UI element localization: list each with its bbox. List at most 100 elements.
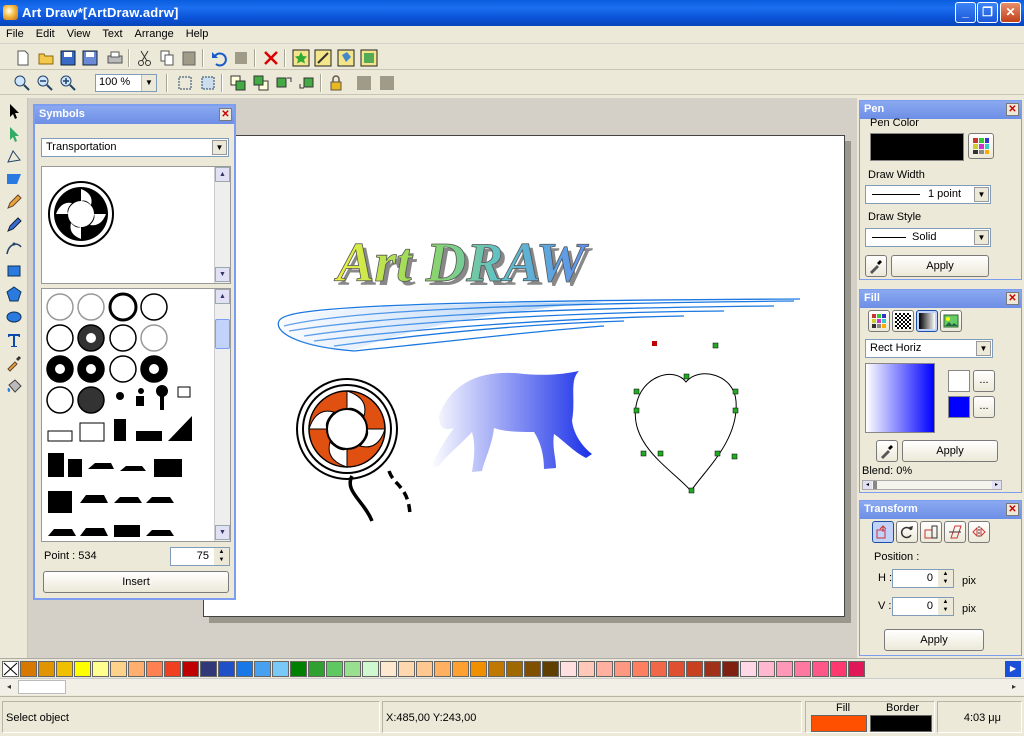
- gradient-end-swatch[interactable]: [948, 396, 970, 418]
- palette-swatch[interactable]: [758, 661, 775, 677]
- delete-icon[interactable]: [262, 49, 280, 67]
- scroll-left-icon[interactable]: ◂: [2, 680, 16, 694]
- palette-swatch[interactable]: [92, 661, 109, 677]
- close-button[interactable]: ✕: [1000, 2, 1021, 23]
- palette-swatch[interactable]: [290, 661, 307, 677]
- spinner-arrows-icon[interactable]: ▲ ▼: [214, 548, 229, 565]
- palette-swatch[interactable]: [596, 661, 613, 677]
- palette-swatch[interactable]: [344, 661, 361, 677]
- drawing-page[interactable]: Art DRAW Art DRAW: [203, 135, 845, 617]
- preview-scrollbar[interactable]: ▲ ▼: [214, 167, 230, 283]
- select-rect-icon[interactable]: [176, 74, 194, 92]
- rectangle-icon[interactable]: [5, 262, 23, 280]
- scroll-thumb[interactable]: [215, 319, 230, 349]
- palette-swatch[interactable]: [524, 661, 541, 677]
- palette-swatch[interactable]: [416, 661, 433, 677]
- palette-swatch[interactable]: [218, 661, 235, 677]
- palette-swatch[interactable]: [614, 661, 631, 677]
- zoom-in-icon[interactable]: [59, 74, 77, 92]
- close-icon[interactable]: ✕: [1006, 292, 1019, 305]
- menu-view[interactable]: View: [61, 26, 97, 40]
- gradient-end-more-button[interactable]: ...: [973, 396, 995, 418]
- draw-style-select[interactable]: Solid ▼: [865, 228, 991, 247]
- scroll-up-icon[interactable]: ▲: [215, 167, 230, 182]
- paint-bucket-icon[interactable]: [5, 377, 23, 395]
- palette-swatch[interactable]: [578, 661, 595, 677]
- move-transform-icon[interactable]: [872, 521, 894, 543]
- palette-swatch[interactable]: [398, 661, 415, 677]
- palette-swatch[interactable]: [542, 661, 559, 677]
- spinner-arrows-icon[interactable]: ▲ ▼: [938, 598, 953, 615]
- solid-fill-icon[interactable]: [868, 310, 890, 332]
- open-folder-icon[interactable]: [37, 49, 55, 67]
- art-draw-text[interactable]: Art DRAW: [334, 232, 591, 295]
- image-fill-icon[interactable]: [940, 310, 962, 332]
- minimize-button[interactable]: _: [955, 2, 976, 23]
- node-tool-icon[interactable]: [5, 125, 23, 143]
- palette-swatch[interactable]: [110, 661, 127, 677]
- print-icon[interactable]: [106, 49, 124, 67]
- palette-swatch[interactable]: [632, 661, 649, 677]
- zoom-out-icon[interactable]: [36, 74, 54, 92]
- select-all-icon[interactable]: [199, 74, 217, 92]
- spinner-arrows-icon[interactable]: ▲ ▼: [938, 570, 953, 587]
- palette-swatch[interactable]: [164, 661, 181, 677]
- blend-slider[interactable]: ◂ ▸: [862, 480, 1002, 490]
- save-as-icon[interactable]: [81, 49, 99, 67]
- fill-color-indicator[interactable]: [811, 715, 867, 732]
- fill-apply-button[interactable]: Apply: [902, 440, 998, 462]
- scroll-down-icon[interactable]: ▼: [215, 267, 230, 282]
- transform-apply-button[interactable]: Apply: [884, 629, 984, 651]
- palette-swatch[interactable]: [740, 661, 757, 677]
- palette-swatch[interactable]: [830, 661, 847, 677]
- fill-type-select[interactable]: Rect Horiz ▼: [865, 339, 993, 358]
- palette-swatch[interactable]: [452, 661, 469, 677]
- forward-one-icon[interactable]: [275, 74, 293, 92]
- rotate-transform-icon[interactable]: [896, 521, 918, 543]
- no-color-swatch[interactable]: [2, 661, 19, 677]
- pen-color-swatch[interactable]: [870, 133, 964, 161]
- redo-icon[interactable]: [232, 49, 250, 67]
- bring-front-icon[interactable]: [229, 74, 247, 92]
- freehand-select-icon[interactable]: [5, 148, 23, 166]
- gradient-start-more-button[interactable]: ...: [973, 370, 995, 392]
- chevron-down-icon[interactable]: ▼: [141, 75, 156, 91]
- pencil-icon[interactable]: [5, 193, 23, 211]
- zoom-fit-icon[interactable]: [13, 74, 31, 92]
- palette-swatch[interactable]: [200, 661, 217, 677]
- mirror-transform-icon[interactable]: [968, 521, 990, 543]
- save-icon[interactable]: [59, 49, 77, 67]
- close-icon[interactable]: ✕: [1006, 503, 1019, 516]
- effect-brush-icon[interactable]: [314, 49, 332, 67]
- canvas-horizontal-scrollbar[interactable]: ◂ ▸: [0, 678, 1024, 695]
- palette-swatch[interactable]: [776, 661, 793, 677]
- menu-text[interactable]: Text: [96, 26, 128, 40]
- scroll-right-icon[interactable]: ▸: [1007, 680, 1021, 694]
- palette-swatch[interactable]: [650, 661, 667, 677]
- effect-fill-icon[interactable]: [337, 49, 355, 67]
- border-color-indicator[interactable]: [870, 715, 932, 732]
- paste-icon[interactable]: [180, 49, 198, 67]
- palette-swatch[interactable]: [20, 661, 37, 677]
- palette-swatch[interactable]: [812, 661, 829, 677]
- palette-swatch[interactable]: [38, 661, 55, 677]
- backward-one-icon[interactable]: [298, 74, 316, 92]
- skew-transform-icon[interactable]: [944, 521, 966, 543]
- scroll-thumb[interactable]: [18, 680, 66, 694]
- palette-swatch[interactable]: [326, 661, 343, 677]
- palette-swatch[interactable]: [668, 661, 685, 677]
- palette-swatch[interactable]: [74, 661, 91, 677]
- lock-icon[interactable]: [327, 74, 345, 92]
- undo-icon[interactable]: [210, 49, 228, 67]
- menu-file[interactable]: File: [0, 26, 30, 40]
- menu-edit[interactable]: Edit: [30, 26, 61, 40]
- insert-button[interactable]: Insert: [43, 571, 229, 593]
- ungroup-icon[interactable]: [378, 74, 396, 92]
- chevron-down-icon[interactable]: ▼: [974, 187, 989, 202]
- palette-swatch[interactable]: [506, 661, 523, 677]
- palette-swatch[interactable]: [722, 661, 739, 677]
- pen-apply-button[interactable]: Apply: [891, 255, 989, 277]
- palette-swatch[interactable]: [272, 661, 289, 677]
- slider-right-icon[interactable]: ▸: [992, 481, 1001, 489]
- palette-swatch[interactable]: [146, 661, 163, 677]
